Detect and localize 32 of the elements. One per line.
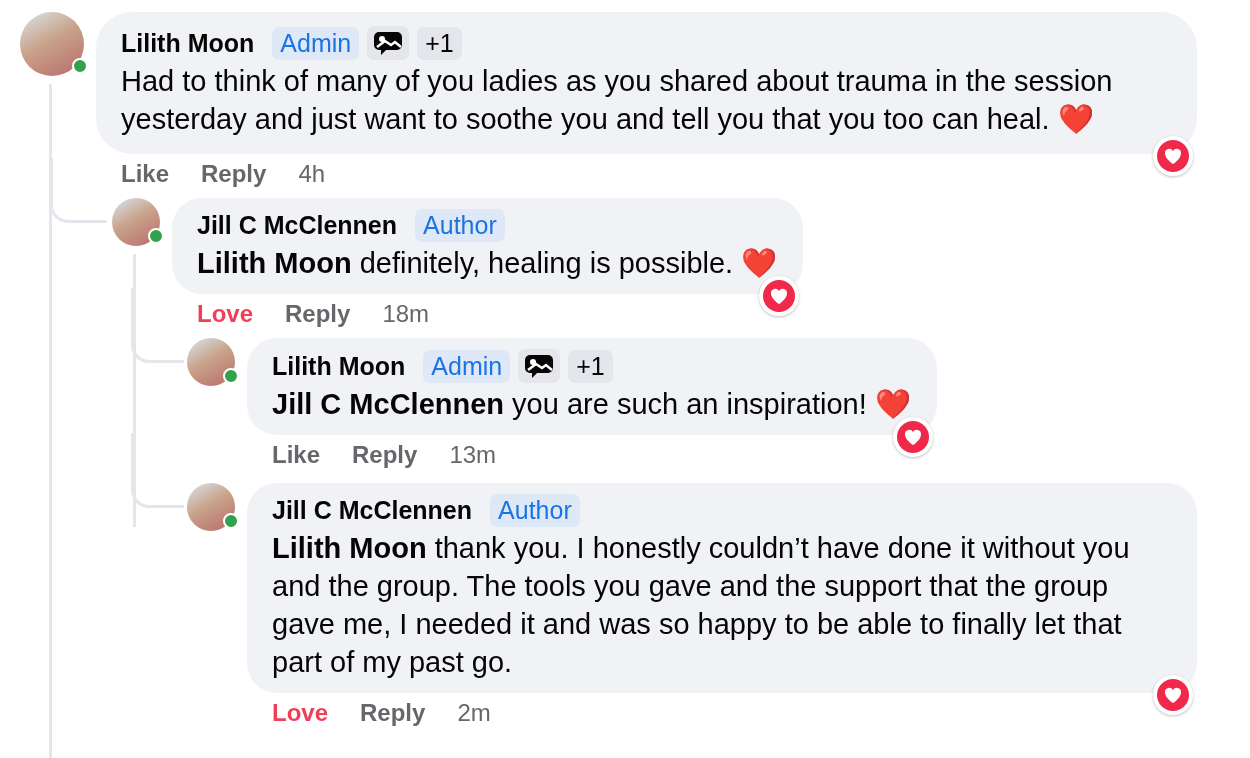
comment-text: Jill C McClennen you are such an inspiration! ❤ <box>272 387 911 422</box>
badge-count: +1 <box>568 349 613 383</box>
avatar-photo[interactable] <box>187 338 235 386</box>
comment-time: 13m <box>449 441 497 469</box>
badge-count: +1 <box>417 26 462 60</box>
comment-action-link[interactable]: Like <box>272 441 321 469</box>
comment-action-link[interactable]: Reply <box>285 300 351 328</box>
comment-action-link[interactable]: Love <box>197 300 253 328</box>
comment-action-link[interactable]: Love <box>272 699 328 727</box>
thread-connector-line <box>50 158 107 223</box>
role-badge: Author <box>415 209 505 242</box>
author-name[interactable]: Lilith Moon <box>272 351 406 381</box>
comment-action-link[interactable]: Reply <box>352 441 418 469</box>
role-badge: Author <box>490 494 580 527</box>
comment-time: 2m <box>457 699 491 727</box>
author-name[interactable]: Jill C McClennen <box>197 211 398 240</box>
avatar-photo[interactable] <box>112 198 160 246</box>
comment-text: Had to think of many of you ladies as you shared about trauma in the session yesterday and just want to soothe you and tell you that you too can heal. ❤ <box>121 64 1114 137</box>
comment-action-link[interactable]: Reply <box>360 699 426 727</box>
author-name[interactable]: Lilith Moon <box>121 28 255 58</box>
avatar-photo[interactable] <box>187 483 235 531</box>
comment-time: 4h <box>298 160 326 188</box>
chat-bubble-icon <box>367 26 410 60</box>
chat-bubble-icon <box>518 349 561 383</box>
comment-action-link[interactable]: Like <box>121 160 170 188</box>
author-name[interactable]: Jill C McClennen <box>272 496 473 525</box>
comment-text: Lilith Moon thank you. I honestly couldn’t have done it without you and the group. The tools you gave and the support that the group gave me, I needed it and was so happy to be able to finally let that part of my past go. <box>272 531 1131 680</box>
comment-time: 18m <box>382 300 430 328</box>
role-badge: Admin <box>272 26 360 60</box>
role-badge: Admin <box>423 349 511 383</box>
comment-text: Lilith Moon definitely, healing is possible. ❤ <box>197 246 778 281</box>
comment-action-link[interactable]: Reply <box>201 160 267 188</box>
